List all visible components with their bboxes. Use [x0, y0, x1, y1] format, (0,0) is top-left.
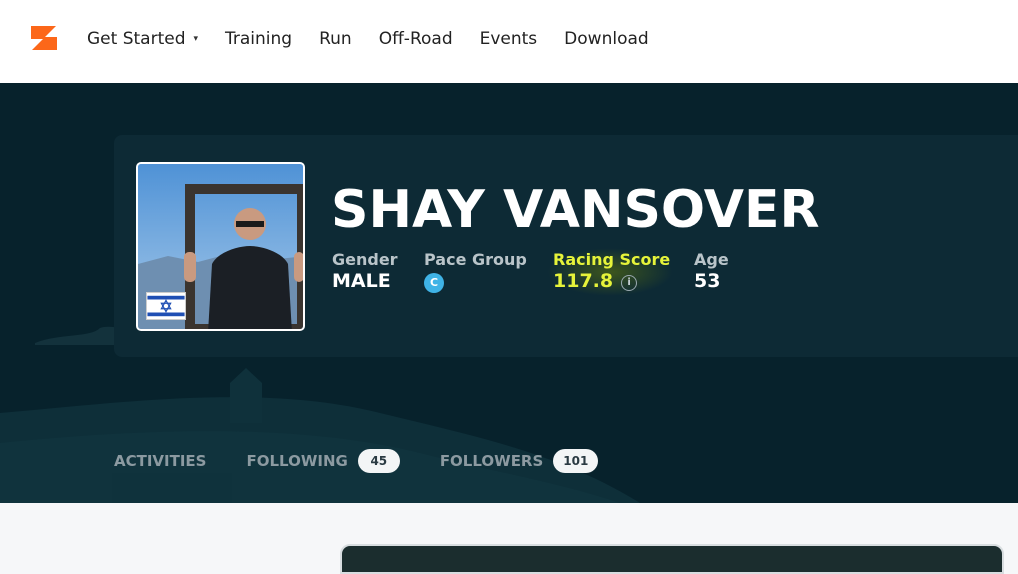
racing-score-value: 117.8 [553, 270, 614, 292]
nav-menu: Get Started ▾ Training Run Off-Road Even… [87, 0, 676, 78]
nav-item-label: Run [319, 29, 352, 49]
tab-label: FOLLOWERS [439, 452, 544, 470]
stat-pace-group: Pace Group C [424, 250, 527, 293]
top-navigation: Get Started ▾ Training Run Off-Road Even… [0, 0, 1018, 83]
nav-item-label: Get Started [87, 29, 186, 49]
tab-activities[interactable]: ACTIVITIES [114, 452, 206, 470]
profile-tabs: ACTIVITIES FOLLOWING 45 FOLLOWERS 101 [114, 449, 638, 473]
nav-item-training[interactable]: Training [225, 29, 292, 49]
stat-label: Racing Score [553, 250, 671, 269]
nav-item-get-started[interactable]: Get Started ▾ [87, 29, 198, 49]
zwift-logo-icon[interactable] [29, 24, 59, 52]
nav-item-off-road[interactable]: Off-Road [379, 29, 453, 49]
nav-item-run[interactable]: Run [319, 29, 352, 49]
nav-item-label: Download [564, 29, 649, 49]
nav-item-label: Events [479, 29, 538, 49]
caret-down-icon: ▾ [193, 34, 199, 44]
stat-label: Pace Group [424, 250, 527, 269]
tab-label: FOLLOWING [246, 452, 348, 470]
stat-label: Gender [332, 250, 398, 269]
israel-flag-icon [146, 292, 186, 320]
stat-age: Age 53 [694, 250, 729, 292]
following-count-badge: 45 [357, 449, 400, 473]
content-area [0, 503, 1018, 574]
stat-value: MALE [332, 270, 391, 292]
stat-racing-score: Racing Score 117.8 i [553, 250, 670, 292]
info-icon[interactable]: i [621, 275, 638, 291]
pace-group-badge: C [424, 273, 444, 293]
nav-item-label: Off-Road [378, 29, 453, 49]
avatar [136, 162, 305, 331]
tab-label: ACTIVITIES [114, 452, 207, 470]
nav-item-events[interactable]: Events [480, 29, 538, 49]
nav-item-label: Training [225, 29, 293, 49]
tab-followers[interactable]: FOLLOWERS 101 [440, 449, 599, 473]
stat-label: Age [694, 250, 729, 269]
activity-card-preview[interactable] [340, 544, 1004, 574]
stat-value: 53 [694, 270, 721, 292]
stat-gender: Gender MALE [332, 250, 398, 292]
profile-name: SHAY VANSOVER [331, 180, 820, 240]
stat-value: 117.8 i [553, 270, 670, 292]
followers-count-badge: 101 [553, 449, 599, 473]
nav-item-download[interactable]: Download [564, 29, 649, 49]
tab-following[interactable]: FOLLOWING 45 [246, 449, 400, 473]
